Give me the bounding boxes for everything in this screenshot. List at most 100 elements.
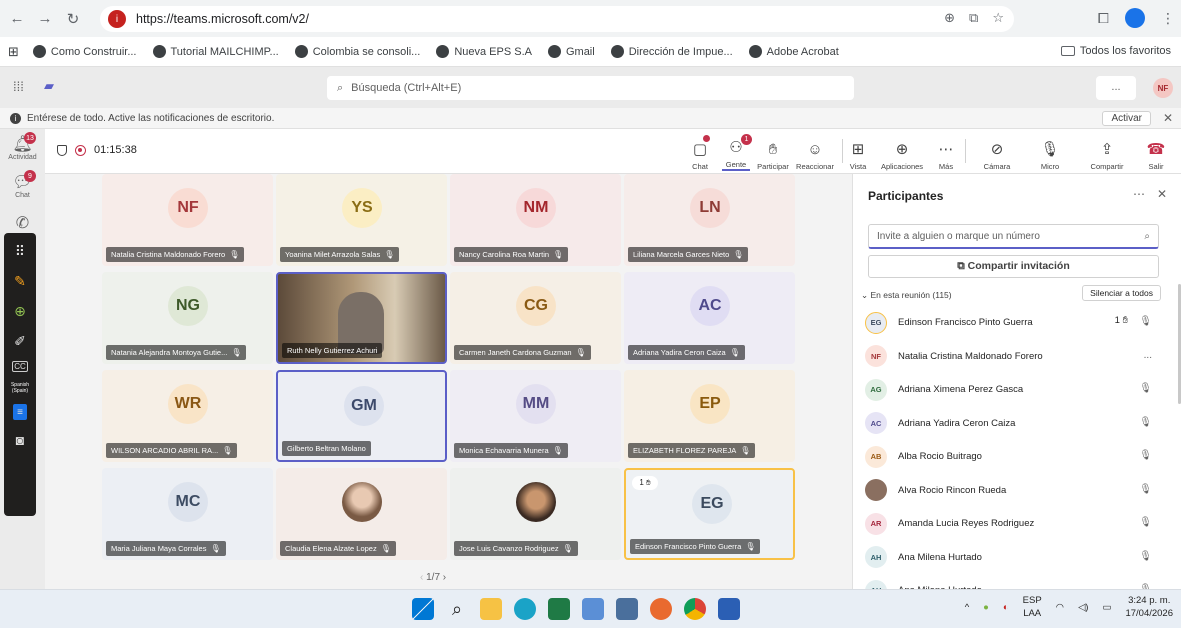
bookmark-item[interactable]: Colombia se consoli... (294, 45, 420, 58)
search-input[interactable]: ⌕ Búsqueda (Ctrl+Alt+E) (327, 76, 854, 100)
participant-row[interactable]: AR Amanda Lucia Reyes Rodriguez 🎙︎ (865, 507, 1162, 540)
calculator-icon[interactable] (616, 598, 638, 620)
volume-icon[interactable]: ◁) (1078, 602, 1088, 613)
video-tile[interactable]: EP ELIZABETH FLOREZ PAREJA 🎙︎ (624, 370, 795, 462)
install-app-icon[interactable]: ⧉ (969, 10, 978, 26)
video-tile[interactable]: WR WILSON ARCADIO ABRIL RA... 🎙︎ (102, 370, 273, 462)
participant-row[interactable]: Alva Rocio Rincon Rueda 🎙︎ (865, 474, 1162, 507)
activate-notifications-button[interactable]: Activar (1102, 111, 1151, 126)
word-icon[interactable] (718, 598, 740, 620)
wifi-icon[interactable]: ◠ (1056, 602, 1064, 613)
mute-all-button[interactable]: Silenciar a todos (1082, 285, 1161, 301)
pencil-icon[interactable]: ✐ (10, 331, 30, 351)
participant-row[interactable]: AH Ana Milena Hurtado 🎙︎ (865, 541, 1162, 574)
more-button[interactable]: ⋯ Más (937, 133, 955, 171)
all-bookmarks[interactable]: Todos los favoritos (1060, 45, 1171, 57)
language-indicator[interactable]: Spanish (Spain) (11, 382, 29, 394)
video-tile[interactable]: NG Natania Alejandra Montoya Gutie... 🎙︎ (102, 272, 273, 364)
profile-avatar[interactable] (1125, 8, 1145, 28)
pen-tools-icon[interactable]: ✎ (10, 271, 30, 291)
captions-icon[interactable]: CC (12, 361, 28, 372)
tray-app-icon[interactable]: ● (983, 602, 989, 613)
address-bar[interactable]: i https://teams.microsoft.com/v2/ ⊕ ⧉ ☆ (100, 6, 1014, 32)
reload-icon[interactable]: ↻ (62, 8, 84, 30)
share-invite-button[interactable]: ⧉ Compartir invitación (868, 255, 1159, 278)
participant-row[interactable]: EG Edinson Francisco Pinto Guerra 1 ✋︎ 🎙︎ (865, 306, 1162, 339)
bookmark-item[interactable]: Adobe Acrobat (748, 45, 839, 58)
close-panel-icon[interactable]: ✕ (1157, 187, 1167, 201)
rail-activity[interactable]: 🔔︎ 13 Actividad (0, 129, 45, 167)
notes-icon[interactable]: ≡ (13, 404, 27, 420)
chrome-icon[interactable] (684, 598, 706, 620)
search-icon[interactable]: ⌕ (446, 598, 468, 620)
video-tile[interactable]: LN Liliana Marcela Garces Nieto 🎙︎ (624, 174, 795, 266)
view-button[interactable]: ⊞ Vista (847, 133, 869, 171)
forward-button[interactable]: → (34, 8, 56, 30)
rail-chat[interactable]: 💬︎ 9 Chat (0, 167, 45, 205)
participant-row[interactable]: AG Adriana Ximena Perez Gasca 🎙︎ (865, 373, 1162, 406)
invite-input[interactable]: Invite a alguien o marque un número ⌕ (868, 224, 1159, 249)
leave-button[interactable]: ☎ Salir (1145, 133, 1167, 171)
tray-security-icon[interactable]: ◐ (1003, 602, 1009, 613)
bookmark-item[interactable]: Nueva EPS S.A (436, 45, 532, 58)
participant-row[interactable]: AB Alba Rocio Buitrago 🎙︎ (865, 440, 1162, 473)
more-options-button[interactable]: ... (1096, 76, 1136, 100)
video-tile[interactable]: Claudia Elena Alzate Lopez 🎙︎ (276, 468, 447, 560)
next-page-icon[interactable]: › (443, 572, 446, 583)
video-tile[interactable]: Jose Luis Cavanzo Rodriguez 🎙︎ (450, 468, 621, 560)
video-tile[interactable]: NM Nancy Carolina Roa Martin 🎙︎ (450, 174, 621, 266)
bookmark-item[interactable]: Gmail (547, 45, 595, 58)
video-tile[interactable]: AC Adriana Yadira Ceron Caiza 🎙︎ (624, 272, 795, 364)
video-tile[interactable]: NF Natalia Cristina Maldonado Forero 🎙︎ (102, 174, 273, 266)
apps-button[interactable]: ⊕ Aplicaciones (879, 133, 925, 171)
bookmark-item[interactable]: Dirección de Impue... (610, 45, 733, 58)
video-tile[interactable]: MC Maria Juliana Maya Corrales 🎙︎ (102, 468, 273, 560)
in-meeting-section[interactable]: ⌄ En esta reunión (115) (861, 290, 952, 301)
participant-avatar: EG (692, 484, 732, 524)
raise-hand-button[interactable]: ✋︎ Participar (754, 133, 792, 171)
video-tile[interactable]: YS Yoanina Milet Arrazola Salas 🎙︎ (276, 174, 447, 266)
clock[interactable]: 3:24 p. m. 17/04/2026 (1125, 594, 1173, 620)
participant-more-icon[interactable]: ... (1144, 350, 1152, 361)
apps-grid-icon[interactable]: ⊞ (8, 44, 19, 60)
zoom-icon[interactable]: ⊕ (944, 10, 955, 26)
battery-icon[interactable]: ▭ (1102, 602, 1111, 613)
camera-button[interactable]: ⊘ Cámara (978, 133, 1016, 171)
chrome-menu-icon[interactable]: ⋮ (1161, 10, 1175, 27)
participant-row[interactable]: AC Adriana Yadira Ceron Caiza 🎙︎ (865, 407, 1162, 440)
panel-more-icon[interactable]: ⋯ (1133, 187, 1145, 201)
video-tile[interactable]: CG Carmen Janeth Cardona Guzman 🎙︎ (450, 272, 621, 364)
chevron-up-icon[interactable]: ^ (965, 602, 969, 613)
file-explorer-icon[interactable] (480, 598, 502, 620)
share-button[interactable]: ⇪ Compartir (1088, 133, 1126, 171)
app-launcher-icon[interactable]: ⁞⁞⁞ (13, 79, 24, 94)
extensions-icon[interactable]: ⧠ (1098, 10, 1109, 27)
start-icon[interactable] (412, 598, 434, 620)
language-indicator[interactable]: ESP LAA (1023, 594, 1042, 620)
user-avatar[interactable]: NF (1153, 78, 1173, 98)
close-icon[interactable]: ✕ (1163, 111, 1173, 125)
site-info-icon[interactable]: i (108, 10, 126, 28)
camera-icon[interactable]: ◙ (10, 430, 30, 450)
firefox-icon[interactable] (650, 598, 672, 620)
bookmark-item[interactable]: Tutorial MAILCHIMP... (152, 45, 279, 58)
video-tile[interactable]: GM Gilberto Beltran Molano (276, 370, 447, 462)
people-button[interactable]: ⚇ 1 Gente (722, 133, 752, 171)
edge-icon[interactable] (514, 598, 536, 620)
react-button[interactable]: ☺ Reaccionar (794, 133, 836, 171)
participant-row[interactable]: NF Natalia Cristina Maldonado Forero... (865, 340, 1162, 373)
mic-button[interactable]: 🎙︎ Micro (1035, 133, 1065, 171)
pagination[interactable]: ‹ 1/7 › (420, 572, 446, 583)
chat-button[interactable]: ▢ Chat (688, 133, 712, 171)
video-tile[interactable]: MM Monica Echavarria Munera 🎙︎ (450, 370, 621, 462)
grip-icon[interactable]: ⠿ (10, 241, 30, 261)
bookmark-item[interactable]: Como Construir... (32, 45, 137, 58)
add-app-icon[interactable]: ⊕ (10, 301, 30, 321)
back-button[interactable]: ← (6, 8, 28, 30)
phone-icon: ✆ (15, 215, 30, 232)
network-app-icon[interactable] (582, 598, 604, 620)
excel-icon[interactable] (548, 598, 570, 620)
video-tile[interactable]: 1 ✋︎ EG Edinson Francisco Pinto Guerra 🎙︎ (624, 468, 795, 560)
video-tile[interactable]: Ruth Nelly Gutierrez Achuri (276, 272, 447, 364)
bookmark-star-icon[interactable]: ☆ (992, 10, 1004, 26)
